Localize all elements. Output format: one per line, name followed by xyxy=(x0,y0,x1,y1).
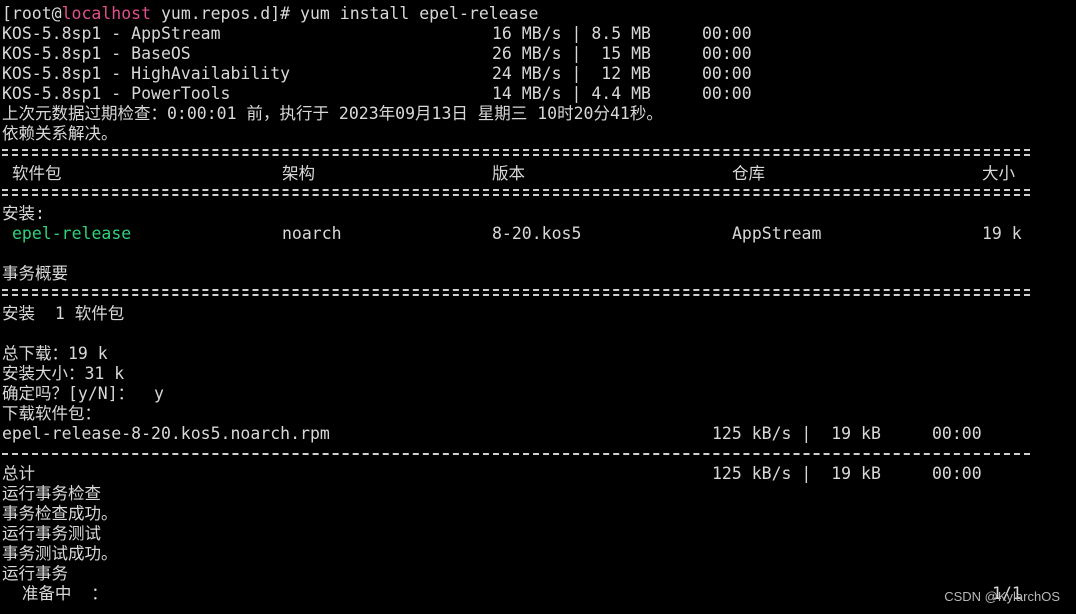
summary-rule xyxy=(2,289,1030,296)
repo-line: KOS-5.8sp1 - AppStream xyxy=(2,24,221,44)
repo-size: 8.5 MB xyxy=(591,24,651,43)
total-stats: 125 kB/s | 19 kB xyxy=(712,464,881,483)
transaction-line: 运行事务检查 xyxy=(2,484,101,503)
repo-name: KOS-5.8sp1 - HighAvailability xyxy=(2,64,291,83)
confirm-prompt: 确定吗？[y/N]： y xyxy=(2,384,164,403)
header-repo: 仓库 xyxy=(732,164,765,183)
download-file: epel-release-8-20.kos5.noarch.rpm xyxy=(2,424,330,443)
metadata-check-line: 上次元数据过期检查：0:00:01 前，执行于 2023年09月13日 星期三 … xyxy=(2,104,663,123)
header-package: 软件包 xyxy=(12,164,62,183)
repo-size: 12 MB xyxy=(591,64,651,83)
prompt-host: localhost xyxy=(61,4,152,23)
summary-title: 事务概要 xyxy=(2,264,68,283)
transaction-line: 事务检查成功。 xyxy=(2,504,118,523)
total-time: 00:00 xyxy=(932,464,982,483)
package-version: 8-20.kos5 xyxy=(492,224,582,243)
prompt-prefix: [root@ xyxy=(2,4,62,23)
table-top-rule xyxy=(2,149,1030,156)
total-download: 总下载：19 k xyxy=(2,344,108,363)
preparing-line: 准备中 ： xyxy=(2,584,108,603)
prompt-line: [root@localhost yum.repos.d]# yum instal… xyxy=(2,4,538,24)
clipped-previous-line xyxy=(0,0,1076,2)
table-header-rule xyxy=(2,189,1030,196)
package-name: epel-release xyxy=(12,224,132,243)
total-size: 19 kB xyxy=(821,464,881,483)
download-time: 00:00 xyxy=(932,424,982,443)
total-speed: 125 kB/s xyxy=(712,464,792,483)
repo-stats: 24 MB/s | 12 MB xyxy=(492,64,651,83)
repo-speed: 26 MB/s xyxy=(492,44,562,63)
total-label: 总计 xyxy=(2,464,35,483)
package-arch: noarch xyxy=(282,224,342,243)
install-count: 安装 1 软件包 xyxy=(2,304,125,323)
repo-speed: 14 MB/s xyxy=(492,84,562,103)
transaction-line: 运行事务测试 xyxy=(2,524,101,543)
repo-speed: 16 MB/s xyxy=(492,24,562,43)
header-size: 大小 xyxy=(982,164,1015,183)
repo-name: KOS-5.8sp1 - PowerTools xyxy=(2,84,231,103)
deps-resolved-line: 依赖关系解决。 xyxy=(2,124,118,143)
repo-name: KOS-5.8sp1 - BaseOS xyxy=(2,44,191,63)
header-version: 版本 xyxy=(492,164,525,183)
transaction-line: 运行事务 xyxy=(2,564,68,583)
repo-line: KOS-5.8sp1 - HighAvailability xyxy=(2,64,290,84)
prompt-command: yum.repos.d]# yum install epel-release xyxy=(151,4,539,23)
download-stats: 125 kB/s | 19 kB xyxy=(712,424,881,443)
download-size: 19 kB xyxy=(821,424,881,443)
downloading-label: 下载软件包： xyxy=(2,404,101,423)
header-arch: 架构 xyxy=(282,164,315,183)
repo-stats: 16 MB/s | 8.5 MB xyxy=(492,24,651,43)
repo-size: 15 MB xyxy=(591,44,651,63)
transaction-line: 事务测试成功。 xyxy=(2,544,118,563)
repo-time: 00:00 xyxy=(702,24,752,43)
repo-speed: 24 MB/s xyxy=(492,64,562,83)
repo-time: 00:00 xyxy=(702,64,752,83)
package-size: 19 k xyxy=(982,224,1022,243)
download-speed: 125 kB/s xyxy=(712,424,792,443)
terminal-window[interactable]: [root@localhost yum.repos.d]# yum instal… xyxy=(0,0,1076,614)
repo-name: KOS-5.8sp1 - AppStream xyxy=(2,24,221,43)
package-repo: AppStream xyxy=(732,224,822,243)
repo-stats: 26 MB/s | 15 MB xyxy=(492,44,651,63)
watermark: CSDN @KylarchOS xyxy=(944,589,1060,604)
repo-line: KOS-5.8sp1 - PowerTools xyxy=(2,84,230,104)
repo-time: 00:00 xyxy=(702,44,752,63)
repo-stats: 14 MB/s | 4.4 MB xyxy=(492,84,651,103)
install-size: 安装大小：31 k xyxy=(2,364,125,383)
repo-time: 00:00 xyxy=(702,84,752,103)
repo-size: 4.4 MB xyxy=(591,84,651,103)
download-rule xyxy=(2,453,1030,455)
install-section-label: 安装: xyxy=(2,204,45,223)
repo-line: KOS-5.8sp1 - BaseOS xyxy=(2,44,191,64)
